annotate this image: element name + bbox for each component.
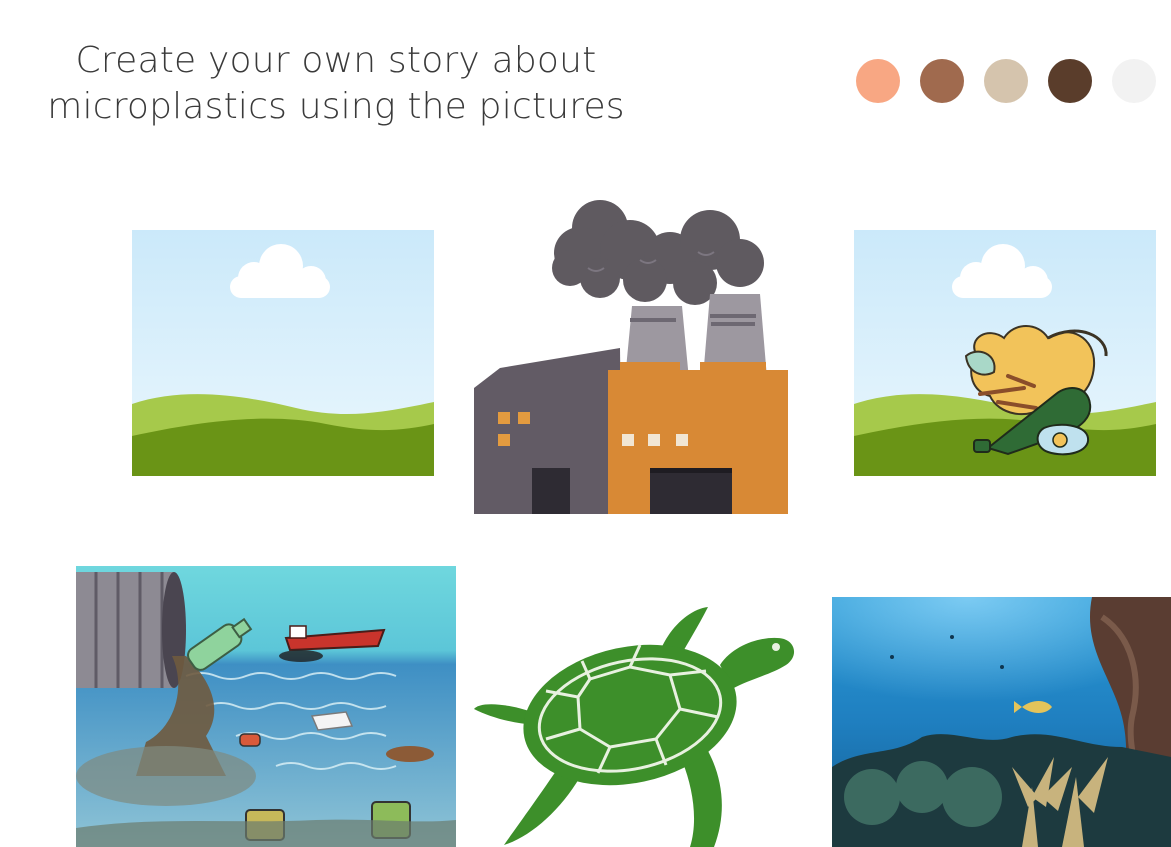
underwater-coral-reef-icon	[832, 597, 1171, 847]
sewage-pipe-ocean-pollution-icon	[76, 566, 456, 847]
color-swatch-5[interactable]	[1112, 59, 1156, 103]
color-swatch-4[interactable]	[1048, 59, 1092, 103]
factory-icon	[474, 200, 788, 514]
landscape-picture[interactable]	[126, 226, 436, 502]
color-swatch-2[interactable]	[920, 59, 964, 103]
title-line-1: Create your own story about	[75, 40, 597, 81]
sea-turtle-picture[interactable]	[470, 605, 800, 847]
color-swatch-1[interactable]	[856, 59, 900, 103]
polluted-sea-picture[interactable]	[76, 566, 456, 847]
landscape-trash-picture[interactable]	[848, 226, 1158, 502]
coral-reef-picture[interactable]	[832, 597, 1171, 847]
sea-turtle-icon	[474, 607, 795, 847]
color-palette	[856, 59, 1156, 103]
page-title: Create your own story about microplastic…	[36, 38, 636, 130]
color-swatch-3[interactable]	[984, 59, 1028, 103]
title-line-2: microplastics using the pictures	[47, 86, 625, 127]
landscape-scene-icon	[132, 230, 434, 502]
landscape-trash-scene-icon	[854, 230, 1156, 502]
factory-picture[interactable]	[470, 198, 790, 514]
